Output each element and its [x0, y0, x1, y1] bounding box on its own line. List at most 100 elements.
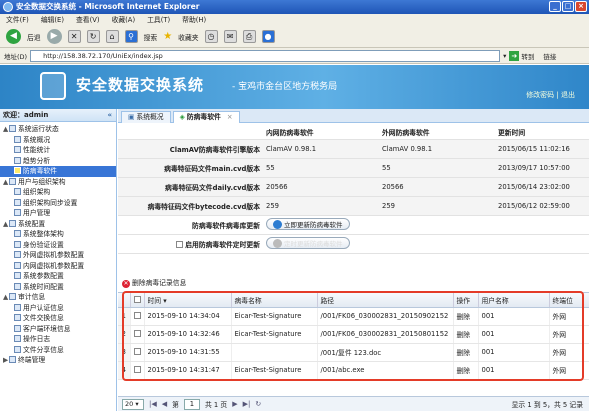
- print-icon[interactable]: ⎙: [242, 30, 256, 43]
- tab-system-overview[interactable]: ▣ 系统概况: [121, 111, 171, 123]
- table-row[interactable]: 2 2015-09-10 14:32:46 Eicar-Test-Signatu…: [118, 325, 589, 344]
- close-window-button[interactable]: ×: [575, 1, 587, 12]
- nav-item-users[interactable]: 用户管理: [0, 208, 116, 219]
- action-header[interactable]: 操作: [453, 293, 479, 308]
- select-all-checkbox[interactable]: [133, 295, 141, 303]
- address-input[interactable]: http://158.38.72.170/UniEx/index.jsp: [30, 49, 501, 62]
- nav-item-file-share[interactable]: 文件分享信息: [0, 345, 116, 356]
- maximize-button[interactable]: □: [562, 1, 574, 12]
- table-row[interactable]: 1 2015-09-10 14:34:04 Eicar-Test-Signatu…: [118, 307, 589, 326]
- nav-label: 外网虚拟机参数配置: [23, 251, 85, 259]
- nav-item-sys-params[interactable]: 系统参数配置: [0, 271, 116, 282]
- menu-favorites[interactable]: 收藏(A): [112, 14, 136, 26]
- cell-path: /001/abc.exe: [317, 361, 454, 380]
- nav-group-system-status[interactable]: ▲ 系统运行状态: [0, 124, 116, 135]
- table-row[interactable]: 4 2015-09-10 14:31:47 Eicar-Test-Signatu…: [118, 361, 589, 380]
- page-number-input[interactable]: 1: [183, 398, 200, 410]
- row-checkbox[interactable]: [133, 348, 141, 355]
- messenger-icon[interactable]: ●: [261, 30, 275, 43]
- app-banner: 安全数据交换系统 - 宝鸡市金台区地方税务局 修改密码 | 退出: [0, 65, 589, 109]
- schedule-checkbox[interactable]: [175, 240, 183, 248]
- menu-tools[interactable]: 工具(T): [147, 14, 170, 26]
- nav-group-config[interactable]: ▲ 系统配置: [0, 219, 116, 230]
- nav-item-trend[interactable]: 趋势分析: [0, 156, 116, 167]
- user-header[interactable]: 用户名称: [478, 293, 550, 308]
- nav-item-org[interactable]: 组织架构: [0, 187, 116, 198]
- forward-arrow-icon[interactable]: ▶: [46, 29, 62, 44]
- first-page-icon[interactable]: |◀: [149, 400, 157, 408]
- row-checkbox[interactable]: [133, 330, 141, 337]
- update-now-label: 立即更新防病毒软件: [284, 221, 343, 230]
- links-button[interactable]: 链接: [543, 51, 556, 61]
- time-header[interactable]: 时间 ▾: [144, 293, 232, 308]
- path-header[interactable]: 路径: [317, 293, 454, 308]
- virus-name-header[interactable]: 病毒名称: [231, 293, 318, 308]
- nav-item-architecture[interactable]: 系统整体架构: [0, 229, 116, 240]
- refresh-icon[interactable]: ↻: [86, 30, 100, 43]
- nav-label: 性能统计: [23, 146, 51, 154]
- address-dropdown-icon[interactable]: ▾: [503, 52, 506, 60]
- nav-label: 趋势分析: [23, 156, 51, 165]
- nav-item-org-sync[interactable]: 组织架构同步设置: [0, 198, 116, 209]
- schedule-update-button[interactable]: 定时更新防病毒软件: [266, 237, 350, 250]
- nav-item-client-env[interactable]: 客户端环境信息: [0, 324, 116, 335]
- page-size-select[interactable]: 20 ▾: [122, 398, 144, 410]
- delete-virus-records[interactable]: ✕ 删除病毒记录信息: [118, 277, 589, 289]
- menu-help[interactable]: 帮助(H): [182, 14, 206, 26]
- tab-antivirus[interactable]: ◈ 防病毒软件 ×: [172, 111, 240, 123]
- next-page-icon[interactable]: ▶: [232, 400, 237, 408]
- cell-user: 001: [478, 325, 550, 344]
- globe-icon: [273, 238, 282, 248]
- user-icon: [14, 303, 21, 311]
- nav-item-inner-vm[interactable]: 内网虚拟机参数配置: [0, 261, 116, 272]
- nav-item-system-overview[interactable]: 系统概况: [0, 135, 116, 146]
- av-schedule-row: 启用防病毒软件定时更新 定时更新防病毒软件: [118, 234, 589, 254]
- home-icon[interactable]: ⌂: [105, 30, 119, 43]
- history-icon[interactable]: ◷: [204, 30, 218, 43]
- search-button[interactable]: 搜索: [144, 32, 158, 42]
- go-button[interactable]: ➜ 转到: [509, 50, 534, 61]
- nav-label: 用户与组织架构: [18, 177, 66, 186]
- table-row[interactable]: 3 2015-09-10 14:31:55 /001/复件 123.doc 删除…: [118, 343, 589, 362]
- nav-item-performance[interactable]: 性能统计: [0, 145, 116, 156]
- nav-item-sys-time[interactable]: 系统时间配置: [0, 282, 116, 293]
- account-links[interactable]: 修改密码 | 退出: [526, 90, 575, 100]
- row-checkbox[interactable]: [133, 312, 141, 319]
- nav-item-auth-settings[interactable]: 身份验证设置: [0, 240, 116, 251]
- nav-item-antivirus[interactable]: 防病毒软件: [0, 166, 116, 177]
- favorites-button[interactable]: 收藏夹: [178, 32, 198, 42]
- menu-file[interactable]: 文件(F): [6, 14, 29, 26]
- nav-label: 终端管理: [18, 356, 46, 364]
- collapse-sidebar-icon[interactable]: «: [107, 109, 112, 122]
- nav-item-file-exchange[interactable]: 文件交换信息: [0, 313, 116, 324]
- nav-group-users-org[interactable]: ▲ 用户与组织架构: [0, 177, 116, 188]
- stop-icon[interactable]: ✕: [67, 30, 81, 43]
- last-page-icon[interactable]: ▶|: [243, 400, 251, 408]
- back-arrow-icon[interactable]: ◀: [6, 29, 21, 44]
- menu-edit[interactable]: 编辑(E): [41, 14, 64, 26]
- update-now-button[interactable]: 立即更新防病毒软件: [266, 218, 350, 231]
- nav-item-oplog[interactable]: 操作日志: [0, 334, 116, 345]
- nav-group-audit[interactable]: ▲ 审计信息: [0, 292, 116, 303]
- nav-item-auth-info[interactable]: 用户认证信息: [0, 303, 116, 314]
- terminal-header[interactable]: 终端位: [549, 293, 589, 308]
- nav-group-terminal[interactable]: ▶ 终端管理: [0, 355, 116, 366]
- reload-icon[interactable]: ↻: [255, 400, 261, 408]
- favorites-star-icon[interactable]: ★: [163, 31, 172, 42]
- back-button[interactable]: 后退: [27, 32, 41, 42]
- menu-view[interactable]: 查看(V): [76, 14, 100, 26]
- close-tab-icon[interactable]: ×: [227, 112, 233, 123]
- nav-label: 系统参数配置: [23, 272, 64, 280]
- mail-icon[interactable]: ✉: [223, 30, 237, 43]
- prev-page-icon[interactable]: ◀: [162, 400, 167, 408]
- cell-time: 2015-09-10 14:31:55: [144, 343, 232, 362]
- address-url: http://158.38.72.170/UniEx/index.jsp: [43, 51, 163, 60]
- nav-item-outer-vm[interactable]: 外网虚拟机参数配置: [0, 250, 116, 261]
- search-icon[interactable]: ⚲: [124, 30, 138, 43]
- user-icon: [14, 209, 21, 216]
- minimize-button[interactable]: _: [549, 1, 561, 12]
- nav-label: 系统配置: [18, 219, 46, 228]
- nav-label: 防病毒软件: [23, 167, 57, 175]
- row-checkbox[interactable]: [133, 366, 141, 373]
- app-logo-icon: [40, 72, 66, 100]
